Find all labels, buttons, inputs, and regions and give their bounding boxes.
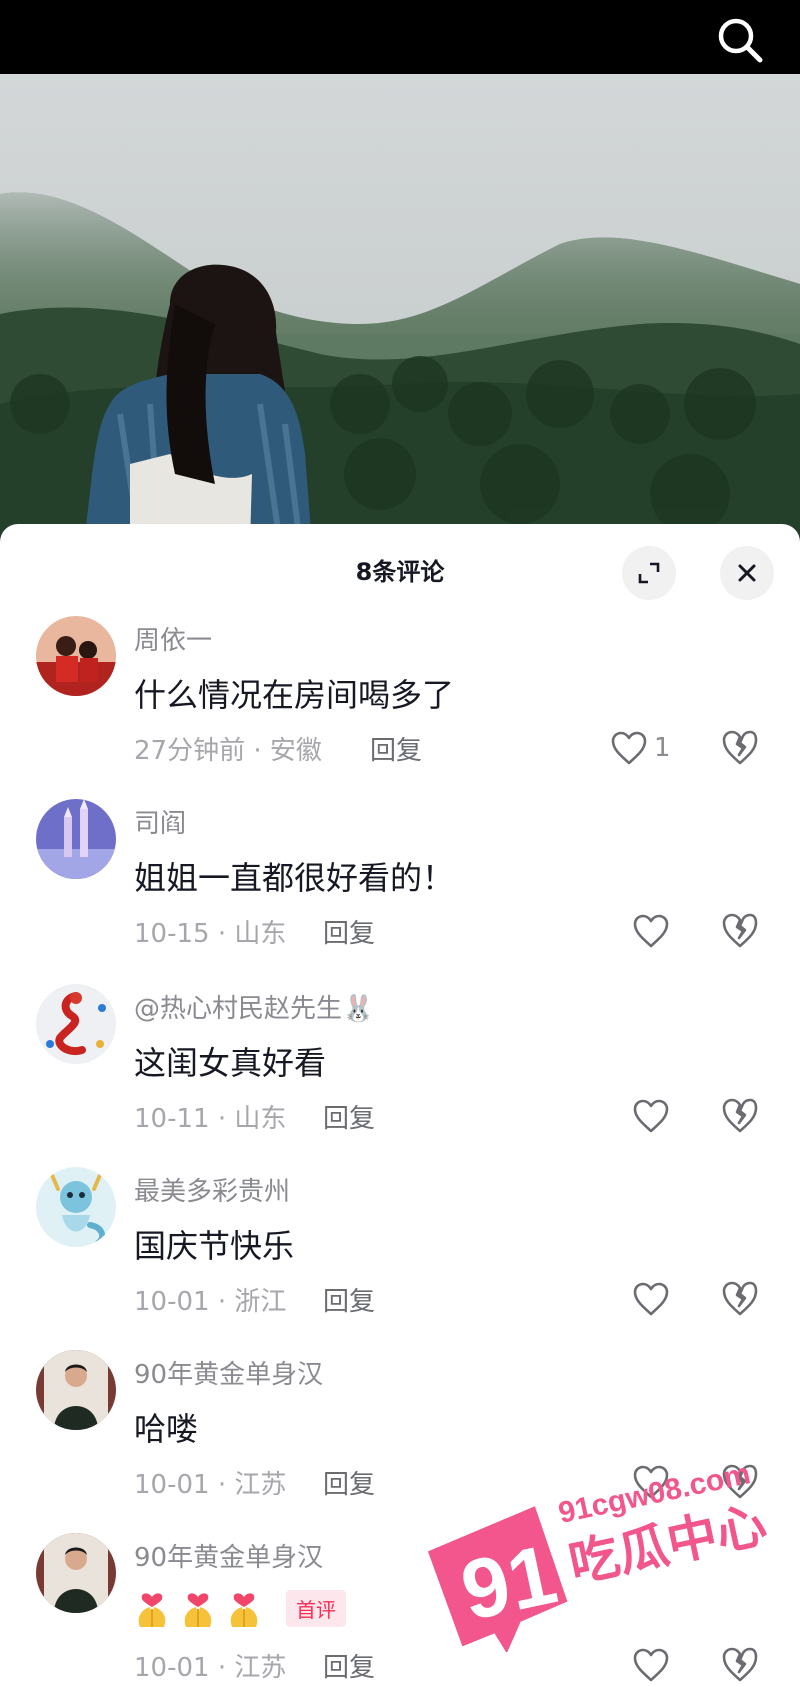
comment-item: 周依一 什么情况在房间喝多了 27分钟前 · 安徽 回复 1 xyxy=(0,616,800,786)
first-comment-badge: 首评 xyxy=(286,1589,346,1627)
reply-button[interactable]: 回复 xyxy=(323,1281,375,1318)
comment-count-title: 8条评论 xyxy=(355,558,445,586)
broken-heart-icon xyxy=(722,1281,758,1316)
like-count: 1 xyxy=(654,733,671,763)
close-icon xyxy=(738,564,756,582)
pray-heart-emoji xyxy=(138,1593,166,1627)
comment-item: 司阎 姐姐一直都很好看的！ 10-15 · 山东 回复 xyxy=(0,799,800,969)
heart-icon xyxy=(633,1282,669,1316)
like-button[interactable] xyxy=(632,911,670,951)
like-button[interactable] xyxy=(632,1096,670,1136)
dislike-button[interactable] xyxy=(720,728,760,768)
dislike-button[interactable] xyxy=(720,911,760,951)
like-button[interactable] xyxy=(632,1279,670,1319)
close-button[interactable] xyxy=(720,546,774,600)
pray-heart-emoji xyxy=(184,1593,212,1627)
heart-icon xyxy=(633,1099,669,1133)
comment-username[interactable]: 司阎 xyxy=(134,803,186,840)
comment-username[interactable]: 周依一 xyxy=(134,620,212,657)
comment-emoji-row: 首评 xyxy=(134,1587,346,1629)
reply-button[interactable]: 回复 xyxy=(323,1464,375,1501)
avatar[interactable] xyxy=(36,1167,116,1247)
search-icon[interactable] xyxy=(714,14,766,66)
reply-button[interactable]: 回复 xyxy=(323,1098,375,1135)
comment-text: 姐姐一直都很好看的！ xyxy=(134,859,455,897)
top-bar xyxy=(0,0,800,74)
broken-heart-icon xyxy=(722,730,758,765)
reply-button[interactable]: 回复 xyxy=(370,730,422,767)
heart-icon xyxy=(611,731,647,765)
reply-button[interactable]: 回复 xyxy=(323,1647,375,1684)
expand-button[interactable] xyxy=(622,546,676,600)
avatar[interactable] xyxy=(36,1533,116,1613)
expand-icon xyxy=(638,562,660,584)
dislike-button[interactable] xyxy=(720,1279,760,1319)
like-button[interactable]: 1 xyxy=(610,728,671,768)
comment-time-location: 10-11 · 山东 xyxy=(134,1104,287,1134)
watermark-number: 91 xyxy=(453,1527,564,1638)
avatar[interactable] xyxy=(36,616,116,696)
comment-text: 哈喽 xyxy=(134,1410,199,1448)
comment-time-location: 10-01 · 江苏 xyxy=(134,1653,287,1683)
broken-heart-icon xyxy=(722,913,758,948)
comment-text: 国庆节快乐 xyxy=(134,1227,295,1265)
comment-username[interactable]: 90年黄金单身汉 xyxy=(134,1537,323,1574)
comment-username[interactable]: 90年黄金单身汉 xyxy=(134,1354,323,1391)
comment-username[interactable]: 最美多彩贵州 xyxy=(134,1171,290,1208)
comment-username[interactable]: @热心村民赵先生🐰 xyxy=(134,988,374,1025)
avatar[interactable] xyxy=(36,1350,116,1430)
dislike-button[interactable] xyxy=(720,1096,760,1136)
heart-icon xyxy=(633,1648,669,1682)
broken-heart-icon xyxy=(722,1098,758,1133)
heart-icon xyxy=(633,914,669,948)
pray-heart-emoji xyxy=(230,1593,258,1627)
comment-item: 最美多彩贵州 国庆节快乐 10-01 · 浙江 回复 xyxy=(0,1167,800,1337)
watermark-logo: 91 91cgw08.com 吃瓜中心 xyxy=(427,1452,788,1654)
avatar[interactable] xyxy=(36,799,116,879)
comment-text: 这闺女真好看 xyxy=(134,1044,327,1082)
comment-time-location: 10-15 · 山东 xyxy=(134,919,287,949)
comment-time-location: 10-01 · 江苏 xyxy=(134,1470,287,1500)
comment-item: @热心村民赵先生🐰 这闺女真好看 10-11 · 山东 回复 xyxy=(0,984,800,1154)
comment-text: 什么情况在房间喝多了 xyxy=(134,676,455,714)
reply-button[interactable]: 回复 xyxy=(323,913,375,950)
avatar[interactable] xyxy=(36,984,116,1064)
comment-time-location: 27分钟前 · 安徽 xyxy=(134,736,322,766)
video-background-photo[interactable] xyxy=(0,74,800,544)
comment-time-location: 10-01 · 浙江 xyxy=(134,1287,287,1317)
